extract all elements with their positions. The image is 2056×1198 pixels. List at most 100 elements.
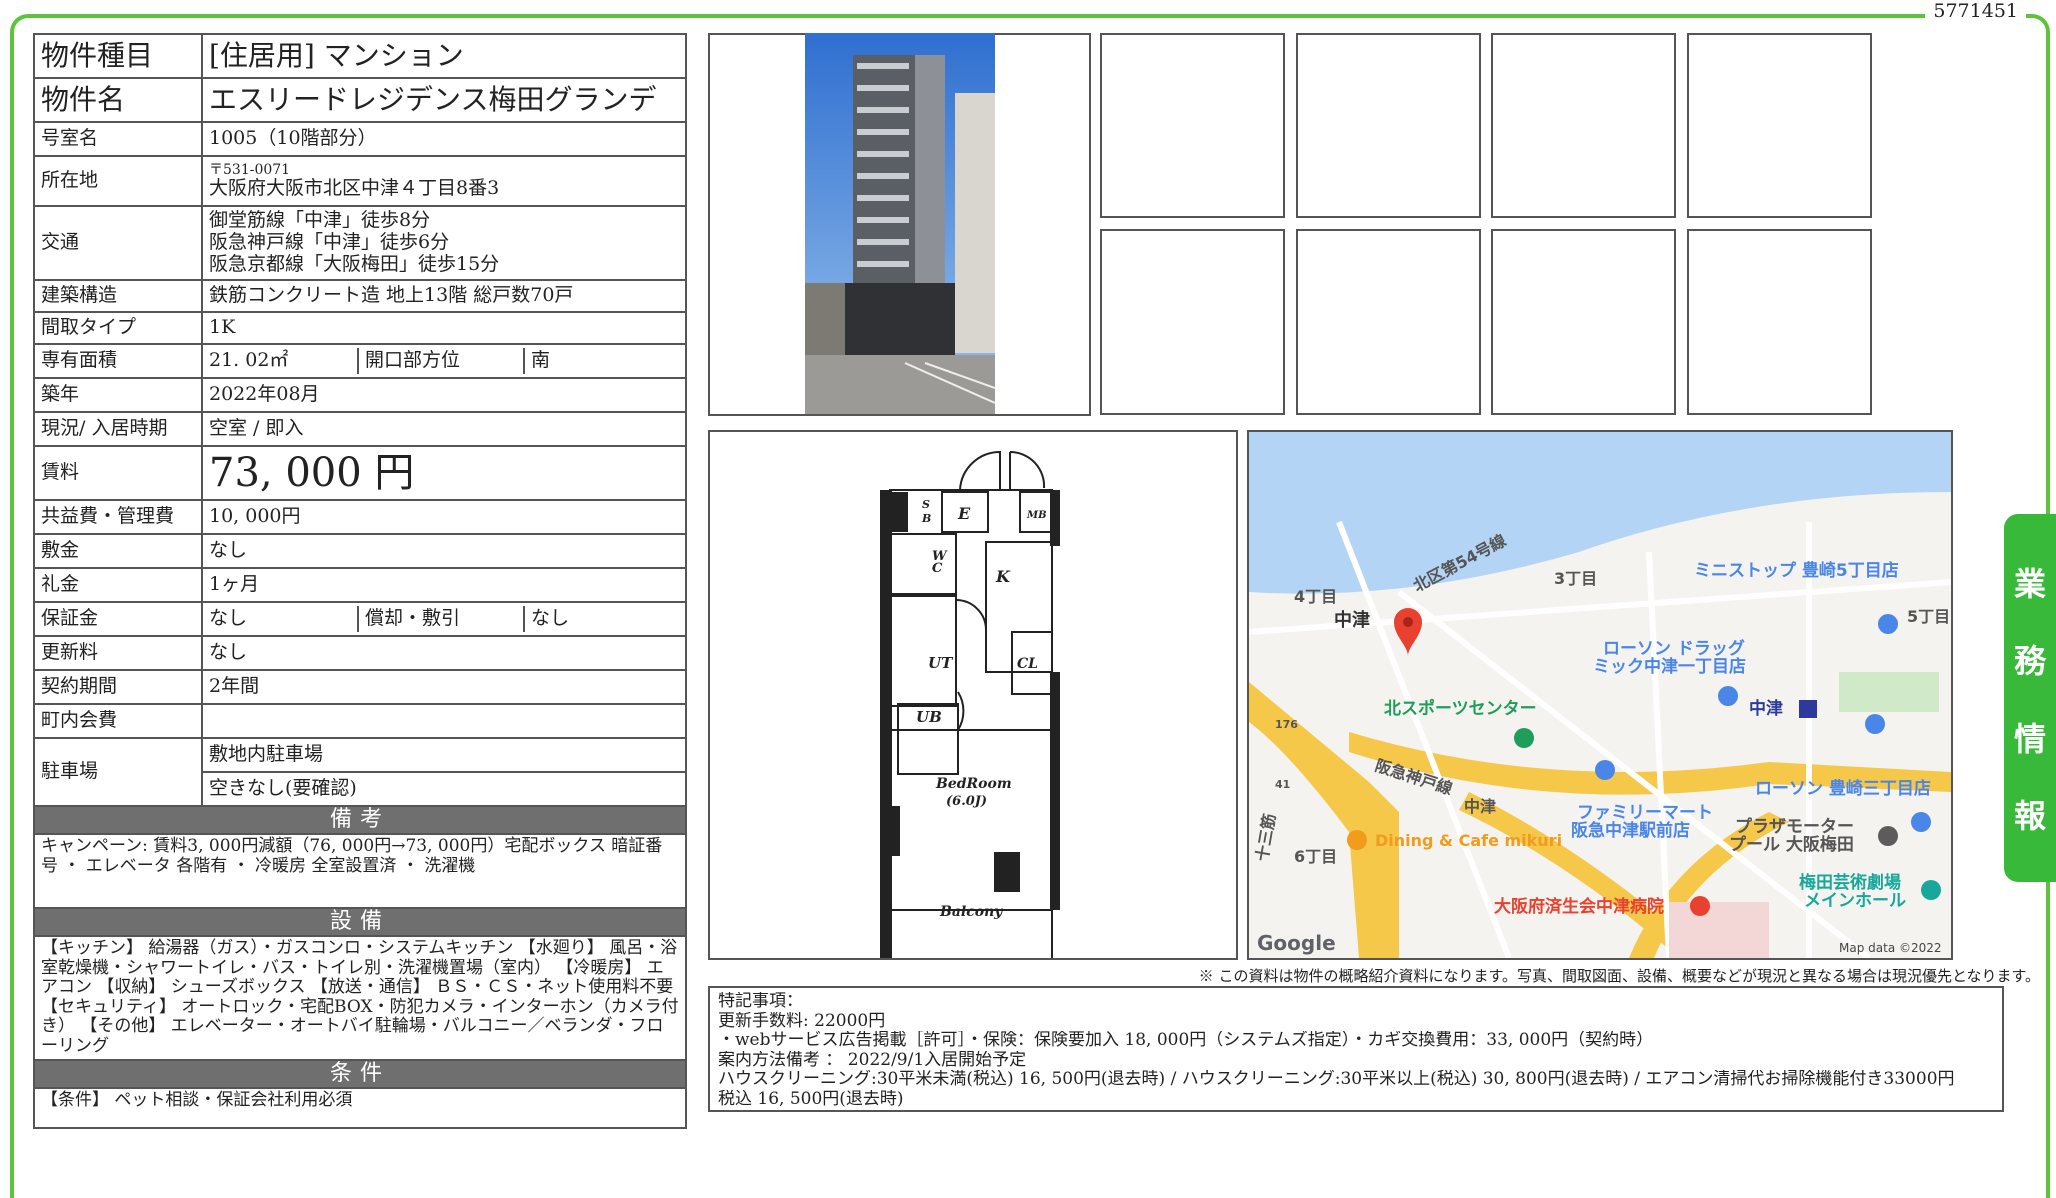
map-label: 3丁目 — [1554, 569, 1597, 588]
community-value — [201, 703, 687, 739]
building-photo — [805, 33, 995, 414]
keymoney-value: 1ヶ月 — [201, 567, 687, 603]
fp-sb: S — [922, 498, 930, 511]
remarks-text: キャンペーン: 賃料3, 000円減額（76, 000円→73, 000円）宅配… — [33, 833, 687, 909]
floor-plan-frame: S B E MB W C K UT UB CL BedRoom (6.0J) B… — [708, 430, 1238, 960]
fee-value: 10, 000円 — [201, 499, 687, 535]
remarks-header: 備考 — [33, 805, 687, 835]
map-label: ミック中津一丁目店 — [1593, 656, 1746, 677]
map-label: 大阪府済生会中津病院 — [1494, 896, 1664, 917]
transit-cell: 御堂筋線「中津」徒歩8分 阪急神戸線「中津」徒歩6分 阪急京都線「大阪梅田」徒歩… — [201, 205, 687, 281]
layout-value: 1K — [201, 311, 687, 345]
cafe-icon — [1347, 830, 1367, 850]
special-line: 特記事項： — [718, 992, 803, 1011]
thumbnail-empty — [1687, 33, 1872, 218]
fp-ub: UB — [916, 708, 942, 726]
shop-icon — [1718, 686, 1738, 706]
rent-value: 73, 000 円 — [201, 445, 687, 501]
thumbnail-empty — [1100, 33, 1285, 218]
shop-icon — [1595, 760, 1615, 780]
map-label: メインホール — [1804, 891, 1906, 911]
built-value: 2022年08月 — [201, 377, 687, 413]
theater-icon — [1921, 880, 1941, 900]
floor-plan: S B E MB W C K UT UB CL BedRoom (6.0J) B… — [880, 450, 1060, 958]
room-label: 号室名 — [33, 121, 203, 157]
address-value: 大阪府大阪市北区中津４丁目8番3 — [209, 177, 500, 200]
renewal-value: なし — [201, 635, 687, 671]
transit-line: 阪急神戸線「中津」徒歩6分 — [209, 231, 450, 254]
fp-sb: B — [921, 512, 931, 525]
disclaimer: ※ この資料は物件の概略紹介資料になります。写真、間取図面、設備、概要などが現況… — [1198, 967, 2040, 985]
map-label: 中津 — [1464, 797, 1496, 816]
map-label: プール 大阪梅田 — [1729, 834, 1854, 855]
shop-icon — [1865, 714, 1885, 734]
business-info-tab[interactable]: 業 務 情 報 — [2004, 514, 2056, 882]
type-label: 物件種目 — [33, 33, 203, 79]
address-cell: 〒531-0071 大阪府大阪市北区中津４丁目8番3 — [201, 155, 687, 207]
fp-e: E — [957, 504, 971, 523]
conditions-header: 条件 — [33, 1059, 687, 1089]
conditions-text: 【条件】 ペット相談・保証会社利用必須 — [33, 1087, 687, 1129]
deposit-value: なし — [201, 533, 687, 569]
property-info-table: 物件種目 [住居用] マンション 物件名 エスリードレジデンス梅田グランデ 号室… — [33, 33, 687, 1129]
map-label: 176 — [1275, 718, 1298, 731]
equipment-text: 【キッチン】 給湯器（ガス）・ガスコンロ・システムキッチン 【水廻り】 風呂・浴… — [33, 935, 687, 1061]
area-label: 専有面積 — [33, 343, 203, 379]
built-label: 築年 — [33, 377, 203, 413]
contract-value: 2年間 — [201, 669, 687, 705]
fp-ut: UT — [928, 654, 954, 672]
side-tab-char: 報 — [2013, 796, 2046, 835]
special-line: 更新手数料: 22000円 — [718, 1011, 886, 1031]
special-line: 案内方法備考 ： 2022/9/1入居開始予定 — [718, 1050, 1027, 1070]
location-map[interactable]: 北区第54号線 3丁目 4丁目 中津 ミニストップ 豊崎5丁目店 5丁目 ローソ… — [1247, 430, 1953, 960]
status-value: 空室 / 即入 — [201, 411, 687, 447]
map-label: 41 — [1275, 778, 1290, 791]
thumbnail-empty — [1491, 229, 1676, 415]
hospital-icon — [1690, 896, 1710, 916]
deposit-label: 敷金 — [33, 533, 203, 569]
map-label: ファミリーマート — [1577, 803, 1713, 823]
fp-balcony: Balcony — [939, 904, 1003, 920]
contract-label: 契約期間 — [33, 669, 203, 705]
renewal-label: 更新料 — [33, 635, 203, 671]
map-label: 中津 — [1334, 609, 1370, 631]
guarantee-label: 保証金 — [33, 601, 203, 637]
fp-c: C — [932, 561, 943, 576]
fp-mb: MB — [1026, 510, 1047, 521]
place-icon — [1878, 826, 1898, 846]
thumbnail-empty — [1687, 229, 1872, 415]
direction-label: 開口部方位 — [357, 348, 523, 374]
name-value: エスリードレジデンス梅田グランデ — [201, 77, 687, 123]
map-label: 梅田芸術劇場 — [1799, 872, 1901, 893]
map-label: 北スポーツセンター — [1384, 698, 1537, 719]
parking-label: 駐車場 — [33, 737, 203, 807]
map-label: 中津 — [1749, 698, 1783, 719]
shop-icon — [1911, 812, 1931, 832]
keymoney-label: 礼金 — [33, 567, 203, 603]
map-label: 5丁目 — [1907, 607, 1950, 626]
area-row: 21. 02㎡ 開口部方位 南 — [201, 343, 687, 379]
map-label: 4丁目 — [1294, 587, 1337, 606]
map-label: プラザモーター — [1735, 816, 1854, 837]
thumbnail-empty — [1296, 33, 1481, 218]
subway-icon — [1799, 700, 1817, 718]
special-line: 税込 16, 500円(退去時) — [718, 1089, 904, 1109]
address-label: 所在地 — [33, 155, 203, 207]
side-tab-char: 務 — [2013, 642, 2046, 681]
direction-value: 南 — [523, 348, 684, 374]
guarantee-value: なし — [209, 607, 248, 630]
side-tab-char: 業 — [2013, 565, 2046, 604]
map-label: ローソン 豊崎三丁目店 — [1755, 778, 1931, 799]
document-id: 5771451 — [1925, 0, 2026, 22]
map-credit: Map data ©2022 — [1839, 941, 1942, 955]
map-label: Dining & Cafe mikuri — [1375, 831, 1562, 850]
area-value: 21. 02㎡ — [209, 349, 289, 372]
name-label: 物件名 — [33, 77, 203, 123]
fp-bedroom-size: (6.0J) — [946, 794, 987, 809]
map-canvas: 北区第54号線 3丁目 4丁目 中津 ミニストップ 豊崎5丁目店 5丁目 ローソ… — [1249, 432, 1951, 958]
fee-label: 共益費・管理費 — [33, 499, 203, 535]
structure-label: 建築構造 — [33, 279, 203, 313]
parking-value-2: 空きなし(要確認) — [201, 771, 687, 807]
thumbnail-empty — [1491, 33, 1676, 218]
rent-label: 賃料 — [33, 445, 203, 501]
